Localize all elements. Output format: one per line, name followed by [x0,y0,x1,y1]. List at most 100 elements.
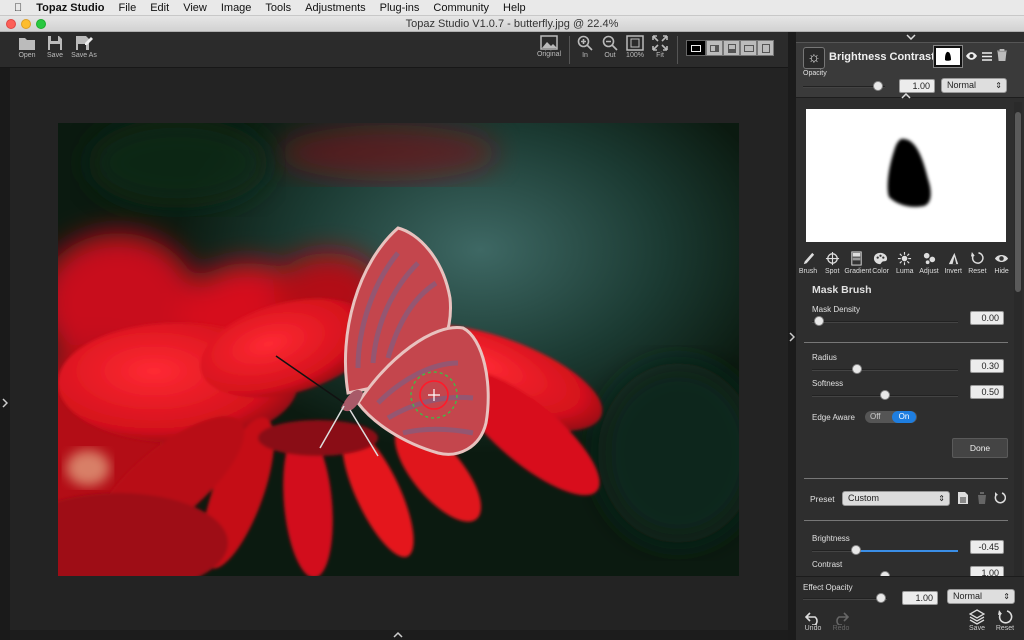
view-side-by-side-button[interactable] [740,40,757,56]
zoom-fit-label: Fit [656,52,664,59]
mask-density-track[interactable] [812,321,958,323]
original-button[interactable]: Original [535,35,563,58]
panel-scrollbar[interactable] [1014,102,1022,576]
collapse-chevron-icon[interactable] [906,34,916,40]
mask-tool-brush-button[interactable]: Brush [796,251,820,275]
chevron-up-icon[interactable] [393,631,403,638]
blend-mode-select[interactable]: Normal ⇕ [941,78,1007,93]
zoom-out-label: Out [604,52,616,59]
menu-app-name[interactable]: Topaz Studio [29,2,111,14]
adjustment-panel: ☼ Brightness Contrast Opacity 1.00 Norma… [796,32,1024,640]
zoom-out-icon [602,35,618,51]
menu-help[interactable]: Help [496,2,533,14]
effect-opacity-label: Effect Opacity [803,583,853,592]
mask-density-field[interactable]: 0.00 [970,311,1004,325]
menu-lines-icon[interactable] [982,52,992,61]
bottom-panel-strip[interactable] [10,630,788,640]
menu-file[interactable]: File [111,2,143,14]
trash-icon[interactable] [997,49,1007,61]
close-window-button[interactable] [6,19,16,29]
mask-thumbnail-shape [945,51,951,61]
mask-tool-reset-button[interactable]: Reset [965,251,989,275]
zoom-in-icon [577,35,593,51]
menu-view[interactable]: View [176,2,214,14]
mask-thumbnail[interactable] [933,45,963,68]
menu-community[interactable]: Community [426,2,496,14]
brightness-field[interactable]: -0.45 [970,540,1004,554]
softness-handle[interactable] [880,390,890,400]
zoom-100-label: 100% [626,52,644,59]
invert-icon [948,252,958,265]
effect-opacity-field[interactable]: 1.00 [902,591,938,605]
collapse-up-chevron-icon[interactable] [901,93,911,99]
effect-opacity-handle[interactable] [876,593,886,603]
mask-tool-color-button[interactable]: Color [869,251,893,275]
undo-button[interactable]: Undo [802,611,824,632]
zoom-in-button[interactable]: In [575,35,595,59]
image-icon [540,35,558,50]
edge-aware-off[interactable]: Off [870,412,881,421]
mask-tool-invert-button[interactable]: Invert [941,251,965,275]
redo-button[interactable]: Redo [830,611,852,632]
mask-tool-hide-button[interactable]: Hide [990,251,1012,275]
zoom-out-button[interactable]: Out [600,35,620,59]
save-as-button[interactable]: Save As [70,35,98,59]
menu-tools[interactable]: Tools [258,2,298,14]
minimize-window-button[interactable] [21,19,31,29]
edge-aware-toggle[interactable]: Off On [865,411,917,423]
panel-divider[interactable] [788,32,796,640]
save-stack-button[interactable]: Save [966,609,988,632]
mask-tool-spot-button[interactable]: Spot [820,251,844,275]
reset-all-button[interactable]: Reset [993,609,1017,632]
butterfly-photo[interactable] [58,123,739,576]
mask-tool-luma-button[interactable]: Luma [893,251,917,275]
menu-bar:  Topaz Studio File Edit View Image Tool… [0,0,1024,16]
save-preset-icon[interactable] [958,492,968,504]
softness-field[interactable]: 0.50 [970,385,1004,399]
mask-density-handle[interactable] [814,316,824,326]
opacity-value-field[interactable]: 1.00 [899,79,935,93]
zoom-fit-button[interactable]: Fit [650,35,670,59]
open-button[interactable]: Open [16,35,38,59]
delete-preset-icon[interactable] [977,492,987,504]
mask-brush-title: Mask Brush [812,284,872,296]
menu-image[interactable]: Image [214,2,259,14]
mask-tool-label: Adjust [919,268,939,275]
chevron-right-icon[interactable] [789,332,795,342]
visibility-eye-icon[interactable] [965,51,978,61]
zoom-100-button[interactable]: 100% [624,35,646,59]
reset-all-label: Reset [995,625,1015,632]
brightness-handle[interactable] [851,545,861,555]
view-stacked-button[interactable] [757,40,774,56]
mask-preview-shape [887,138,931,207]
effect-blend-select[interactable]: Normal ⇕ [947,589,1015,604]
radius-track[interactable] [812,369,958,371]
menu-adjustments[interactable]: Adjustments [298,2,373,14]
brightness-filter-icon: ☼ [803,47,825,69]
chevron-right-icon[interactable] [2,398,8,408]
radius-handle[interactable] [852,364,862,374]
effect-opacity-track[interactable] [803,598,887,600]
done-button[interactable]: Done [952,438,1008,458]
save-button[interactable]: Save [45,35,65,59]
apple-icon[interactable]:  [0,2,29,14]
mask-tool-gradient-button[interactable]: Gradient [844,251,871,275]
left-panel-strip[interactable] [0,68,10,640]
view-single-button[interactable] [686,40,706,56]
contrast-field[interactable]: 1.00 [970,566,1004,576]
panel-scroll-area[interactable]: Brush Spot Gradient Color Luma Adjust Invert Re… [796,102,1012,576]
reset-preset-icon[interactable] [994,491,1006,504]
preset-select[interactable]: Custom ⇕ [842,491,950,506]
mask-tool-adjust-button[interactable]: Adjust [917,251,941,275]
open-label: Open [18,52,36,59]
menu-plugins[interactable]: Plug-ins [373,2,427,14]
zoom-window-button[interactable] [36,19,46,29]
panel-scrollbar-thumb[interactable] [1015,112,1021,292]
opacity-slider-handle[interactable] [873,81,883,91]
view-split-horizontal-button[interactable] [723,40,740,56]
save-stack-label: Save [969,625,985,632]
menu-edit[interactable]: Edit [143,2,176,14]
view-split-button[interactable] [706,40,723,56]
edge-aware-on[interactable]: On [892,411,916,423]
radius-field[interactable]: 0.30 [970,359,1004,373]
